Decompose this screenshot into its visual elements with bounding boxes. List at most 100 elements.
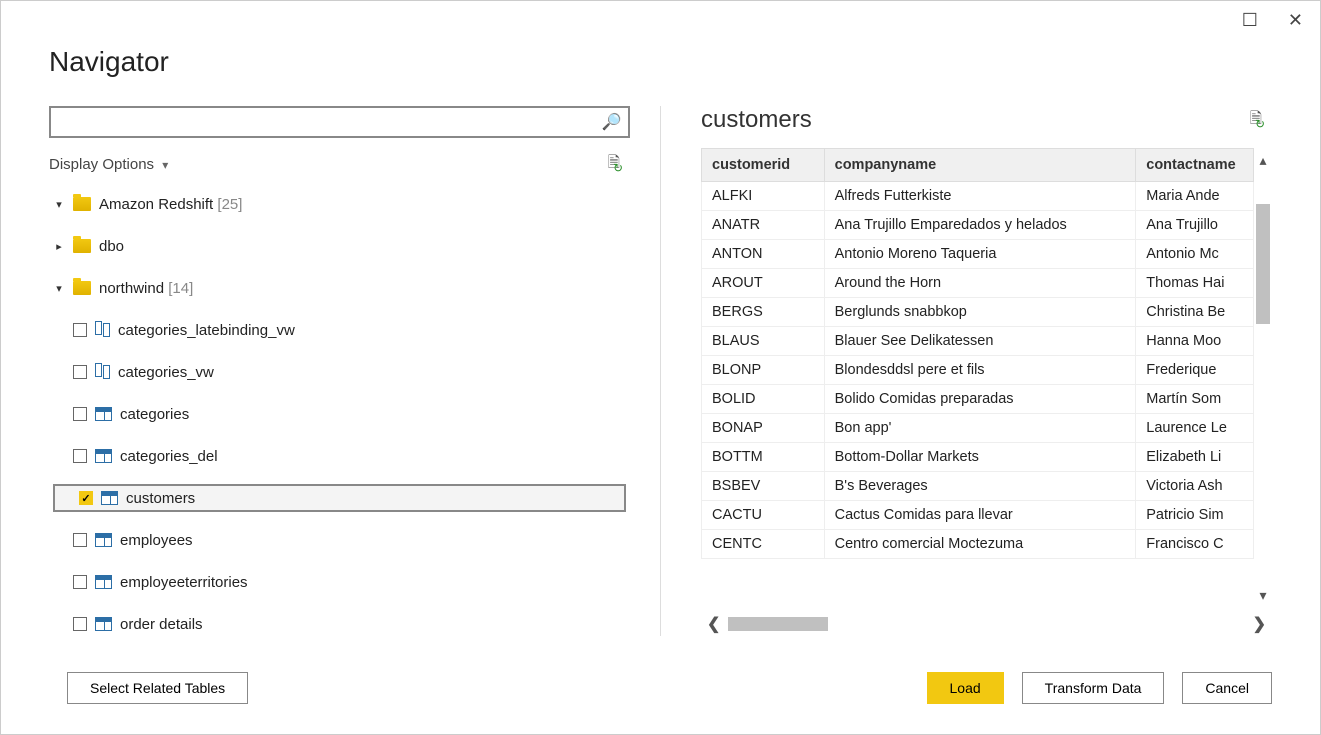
checkbox[interactable] (73, 407, 87, 421)
tree-item-categories_vw[interactable]: categories_vw (49, 358, 630, 386)
column-header[interactable]: companyname (824, 149, 1136, 182)
table-cell: Antonio Mc (1136, 240, 1254, 269)
folder-icon (73, 197, 91, 211)
folder-icon (73, 239, 91, 253)
scroll-thumb[interactable] (728, 617, 828, 631)
tree-item-label: order details (120, 616, 203, 633)
table-row[interactable]: BLONPBlondesddsl pere et filsFrederique (702, 356, 1254, 385)
search-icon[interactable]: 🔍 (602, 112, 622, 132)
folder-icon (73, 281, 91, 295)
checkbox[interactable] (73, 575, 87, 589)
table-row[interactable]: BSBEVB's BeveragesVictoria Ash (702, 472, 1254, 501)
view-icon (95, 323, 110, 337)
tree-item-categories[interactable]: categories (49, 400, 630, 428)
checkbox[interactable] (73, 365, 87, 379)
table-cell: BLONP (702, 356, 825, 385)
table-cell: Hanna Moo (1136, 327, 1254, 356)
checkbox[interactable] (73, 323, 87, 337)
dialog-title: Navigator (49, 46, 1272, 78)
table-icon (95, 407, 112, 421)
table-row[interactable]: ANTONAntonio Moreno TaqueriaAntonio Mc (702, 240, 1254, 269)
cancel-button[interactable]: Cancel (1182, 672, 1272, 704)
tree-item-dbo[interactable]: ▸dbo (49, 232, 630, 260)
search-box[interactable]: 🔍 (49, 106, 630, 138)
checkbox[interactable] (73, 617, 87, 631)
tree-item-categories_latebinding_vw[interactable]: categories_latebinding_vw (49, 316, 630, 344)
checkbox[interactable] (79, 491, 93, 505)
tree-item-employeeterritories[interactable]: employeeterritories (49, 568, 630, 596)
table-cell: Frederique (1136, 356, 1254, 385)
table-cell: BONAP (702, 414, 825, 443)
table-row[interactable]: CENTCCentro comercial MoctezumaFrancisco… (702, 530, 1254, 559)
preview-vertical-scrollbar[interactable]: ▴ ▾ (1254, 148, 1272, 608)
table-row[interactable]: BOTTMBottom-Dollar MarketsElizabeth Li (702, 443, 1254, 472)
column-header[interactable]: contactname (1136, 149, 1254, 182)
table-cell: Alfreds Futterkiste (824, 182, 1136, 211)
table-cell: Blondesddsl pere et fils (824, 356, 1136, 385)
close-icon[interactable]: ✕ (1288, 10, 1303, 31)
table-cell: Bolido Comidas preparadas (824, 385, 1136, 414)
table-cell: BLAUS (702, 327, 825, 356)
preview-horizontal-scrollbar[interactable]: ❮ ❯ (701, 612, 1272, 636)
scroll-up-icon[interactable]: ▴ (1259, 152, 1266, 169)
table-cell: Thomas Hai (1136, 269, 1254, 298)
tree-item-label: northwind [14] (99, 280, 193, 297)
table-icon (95, 617, 112, 631)
scroll-thumb[interactable] (1256, 204, 1270, 324)
table-row[interactable]: BOLIDBolido Comidas preparadasMartín Som (702, 385, 1254, 414)
table-cell: Antonio Moreno Taqueria (824, 240, 1136, 269)
table-row[interactable]: ANATRAna Trujillo Emparedados y heladosA… (702, 211, 1254, 240)
tree-item-label: employees (120, 532, 193, 549)
tree-item-label: Amazon Redshift [25] (99, 196, 242, 213)
table-cell: Martín Som (1136, 385, 1254, 414)
maximize-icon[interactable]: ☐ (1242, 10, 1258, 31)
table-icon (95, 449, 112, 463)
display-options-dropdown[interactable]: Display Options ▾ (49, 156, 168, 173)
tree-item-categories_del[interactable]: categories_del (49, 442, 630, 470)
table-cell: Blauer See Delikatessen (824, 327, 1136, 356)
preview-title: customers (701, 106, 812, 134)
scroll-left-icon[interactable]: ❮ (707, 614, 720, 634)
transform-data-button[interactable]: Transform Data (1022, 672, 1165, 704)
tree-item-Amazon-Redshift[interactable]: ▾ Amazon Redshift [25] (49, 190, 630, 218)
table-row[interactable]: ALFKIAlfreds FutterkisteMaria Ande (702, 182, 1254, 211)
tree-item-label: categories (120, 406, 189, 423)
checkbox[interactable] (73, 533, 87, 547)
table-cell: BSBEV (702, 472, 825, 501)
table-cell: BOLID (702, 385, 825, 414)
table-icon (95, 533, 112, 547)
tree-refresh-button[interactable]: 🗎↻ (608, 152, 630, 177)
table-cell: CACTU (702, 501, 825, 530)
expander-icon[interactable]: ▸ (53, 240, 65, 253)
load-button[interactable]: Load (927, 672, 1004, 704)
table-icon (95, 575, 112, 589)
expander-icon[interactable]: ▾ (53, 198, 65, 211)
table-row[interactable]: CACTUCactus Comidas para llevarPatricio … (702, 501, 1254, 530)
scroll-right-icon[interactable]: ❯ (1253, 614, 1266, 634)
column-header[interactable]: customerid (702, 149, 825, 182)
table-row[interactable]: BLAUSBlauer See DelikatessenHanna Moo (702, 327, 1254, 356)
table-cell: Christina Be (1136, 298, 1254, 327)
tree-item-customers[interactable]: customers (53, 484, 626, 512)
table-cell: Francisco C (1136, 530, 1254, 559)
table-cell: ALFKI (702, 182, 825, 211)
table-row[interactable]: AROUTAround the HornThomas Hai (702, 269, 1254, 298)
tree-item-label: categories_del (120, 448, 218, 465)
navigator-tree: ▾ Amazon Redshift [25] ▸dbo ▾ northwind [14]… (49, 183, 630, 636)
table-cell: ANATR (702, 211, 825, 240)
table-row[interactable]: BERGSBerglunds snabbkopChristina Be (702, 298, 1254, 327)
select-related-tables-button[interactable]: Select Related Tables (67, 672, 248, 704)
table-cell: Laurence Le (1136, 414, 1254, 443)
checkbox[interactable] (73, 449, 87, 463)
table-cell: AROUT (702, 269, 825, 298)
tree-item-order-details[interactable]: order details (49, 610, 630, 636)
tree-item-northwind[interactable]: ▾ northwind [14] (49, 274, 630, 302)
expander-icon[interactable]: ▾ (53, 282, 65, 295)
preview-refresh-button[interactable]: 🗎↻ (1250, 108, 1272, 133)
tree-item-employees[interactable]: employees (49, 526, 630, 554)
scroll-down-icon[interactable]: ▾ (1259, 587, 1266, 604)
table-row[interactable]: BONAPBon app'Laurence Le (702, 414, 1254, 443)
table-cell: Ana Trujillo (1136, 211, 1254, 240)
search-input[interactable] (57, 113, 602, 131)
tree-item-label: categories_vw (118, 364, 214, 381)
